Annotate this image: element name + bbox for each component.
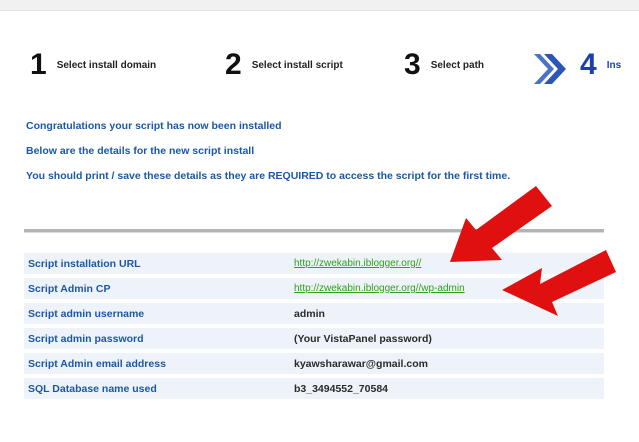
red-pointer-arrow-icon	[502, 250, 616, 316]
detail-label: SQL Database name used	[24, 378, 290, 399]
table-row: Script Admin email address kyawsharawar@…	[24, 353, 604, 374]
browser-top-strip	[0, 0, 639, 11]
step-label: Select path	[430, 59, 485, 71]
step-label: Ins	[606, 59, 622, 71]
step-number: 3	[404, 48, 421, 81]
detail-label: Script admin username	[24, 303, 290, 324]
install-wizard-steps: 1 Select install domain 2 Select install…	[0, 42, 639, 92]
details-intro-message: Below are the details for the new script…	[26, 145, 255, 157]
chevron-double-right-icon	[534, 54, 566, 84]
step-4: 4 Ins	[580, 50, 621, 80]
step-number: 4	[580, 48, 597, 81]
step-number: 2	[225, 48, 242, 81]
table-row: SQL Database name used b3_3494552_70584	[24, 378, 604, 399]
detail-label: Script Admin CP	[24, 278, 290, 299]
detail-value: (Your VistaPanel password)	[290, 328, 604, 349]
step-label: Select install script	[251, 59, 343, 71]
step-3: 3 Select path	[404, 50, 484, 80]
step-2: 2 Select install script	[225, 50, 343, 80]
detail-value: b3_3494552_70584	[290, 378, 604, 399]
step-1: 1 Select install domain	[30, 50, 156, 80]
detail-value: kyawsharawar@gmail.com	[290, 353, 604, 374]
detail-label: Script installation URL	[24, 253, 290, 274]
congrats-message: Congratulations your script has now been…	[26, 120, 282, 132]
step-label: Select install domain	[56, 59, 157, 71]
print-warning-message: You should print / save these details as…	[26, 170, 511, 182]
table-row: Script admin password (Your VistaPanel p…	[24, 328, 604, 349]
detail-label: Script Admin email address	[24, 353, 290, 374]
step-number: 1	[30, 48, 47, 81]
detail-label: Script admin password	[24, 328, 290, 349]
